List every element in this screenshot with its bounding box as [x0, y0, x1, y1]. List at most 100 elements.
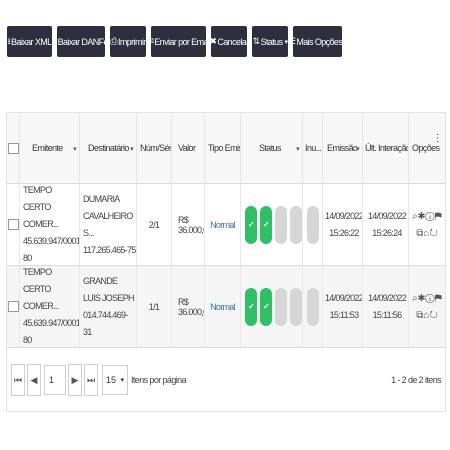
status-label: Status [260, 36, 284, 47]
status-authorized-icon[interactable]: ✓ [245, 205, 257, 244]
prev-page-button[interactable]: ◀ [27, 364, 41, 396]
send-email-label: Enviar por Email [154, 36, 211, 47]
print-label: Imprimir [117, 36, 146, 47]
first-page-icon: ⏮ [13, 374, 23, 385]
header-status[interactable]: Status ▾ [241, 113, 303, 183]
select-all-checkbox[interactable] [8, 142, 19, 154]
next-page-button[interactable]: ▶ [68, 364, 82, 396]
email-icon: ✉ [146, 36, 154, 46]
next-page-icon: ▶ [71, 374, 79, 385]
tag-icon[interactable]: ⚑ [435, 211, 442, 222]
row-checkbox[interactable] [8, 219, 19, 230]
emissao-time: 15:11:53 [329, 309, 359, 320]
header-emissao[interactable]: Emissão ▾ [323, 113, 363, 183]
menu-icon: ☰ [287, 36, 296, 46]
header-emitente[interactable]: Emitente ▾ [20, 113, 80, 183]
cancel-icon: ✖ [209, 36, 217, 46]
header-ult-interacao[interactable]: Últ. Interação [363, 113, 409, 183]
valor-value: R$ 36.000,00 [178, 296, 204, 317]
destinatario-name: DUMARIA CAVALHEIRO S... [83, 193, 133, 238]
num-serie-value: 1/1 [148, 301, 160, 312]
header-opcoes-label: Opções [412, 143, 440, 153]
column-menu-icon[interactable]: ⋮ [433, 133, 443, 144]
cell-tipo-emissao: Normal [205, 184, 241, 265]
status-sent-icon[interactable]: ✓ [260, 287, 272, 326]
status-authorized-icon[interactable]: ✓ [245, 287, 257, 326]
cell-num-serie: 2/1 [137, 184, 172, 265]
send-email-button[interactable]: ✉ Enviar por Email [146, 26, 211, 57]
header-status-label: Status [259, 143, 282, 153]
header-opcoes: Opções ⋮ [409, 113, 445, 183]
sort-icon: ⇅ [252, 36, 261, 46]
chevron-down-icon[interactable]: ▾ [296, 145, 300, 153]
page-input[interactable]: 1 [44, 365, 66, 395]
ult-interacao-date: 14/09/2022 [367, 292, 407, 303]
ult-interacao-time: 15:26:24 [372, 227, 402, 238]
download-xml-label: Baixar XML [11, 36, 52, 47]
chevron-down-icon[interactable]: ▾ [130, 145, 134, 153]
tag-icon[interactable]: ⚑ [435, 293, 442, 304]
cell-destinatario: DUMARIA CAVALHEIRO S... 117.265.465-75 [80, 184, 137, 265]
history-icon[interactable]: ↻ [429, 310, 437, 321]
more-options-label: Mais Opções [296, 36, 343, 47]
emitente-cnpj: 45.639.947/0001-80 [23, 236, 80, 263]
history-icon[interactable]: ↻ [429, 228, 437, 239]
header-valor[interactable]: Valor [172, 113, 205, 183]
header-emissao-label: Emissão [327, 143, 358, 153]
download-icon: ⭳ [54, 35, 57, 46]
emissao-time: 15:26:22 [329, 227, 359, 238]
table-row[interactable]: TEMPO CERTO COMER... 45.639.947/0001-80 … [7, 266, 445, 348]
cancel-button[interactable]: ✖ Cancelar [209, 26, 249, 57]
header-destinatario[interactable]: Destinatário ▾ [80, 113, 137, 183]
emissao-date: 14/09/2022 [324, 292, 363, 303]
download-danfe-button[interactable]: ⭳ Baixar DANFe [54, 26, 109, 57]
more-options-button[interactable]: ☰ Mais Opções ▾ [288, 26, 348, 57]
chevron-down-icon[interactable]: ▾ [73, 145, 77, 153]
header-tipo-emissao[interactable]: Tipo Emiss... [205, 113, 241, 183]
cell-opcoes: ⌕✱ⓘ⚑ ⧉⌂↻ [409, 184, 445, 265]
prev-page-icon: ◀ [30, 374, 38, 385]
header-num-serie[interactable]: Núm/Série [137, 113, 172, 183]
chevron-down-icon[interactable]: ▾ [356, 145, 360, 153]
cell-valor: R$ 36.000,00 [172, 184, 205, 265]
cell-destinatario: GRANDE LUIS JOSEPH 014.744.469-31 [80, 266, 137, 347]
cell-inutilizacao [303, 184, 323, 265]
cell-tipo-emissao: Normal [205, 266, 241, 347]
first-page-button[interactable]: ⏮ [11, 364, 25, 396]
emitente-name: TEMPO CERTO COMER... [23, 267, 59, 311]
cell-inutilizacao [303, 266, 323, 347]
status-pending-icon[interactable] [290, 205, 302, 244]
download-icon: ⭳ [7, 35, 11, 46]
pager: ⏮ ◀ 1 ▶ ⏭ 15 ▾ Itens por página 1 - 2 de… [7, 353, 445, 407]
header-emitente-label: Emitente [32, 143, 63, 153]
print-icon: ⎙ [110, 36, 117, 46]
per-page-select[interactable]: 15 ▾ [102, 365, 128, 395]
cell-emissao: 14/09/2022 15:26:22 [323, 184, 363, 265]
status-pending-icon[interactable] [275, 205, 287, 244]
info-icon[interactable]: ⓘ [425, 211, 434, 222]
status-pending-icon[interactable] [275, 287, 287, 326]
valor-value: R$ 36.000,00 [178, 214, 204, 235]
toolbar: ⭳ Baixar XML ⭳ Baixar DANFe ⎙ Imprimir ✉… [7, 26, 348, 57]
chevron-down-icon: ▾ [120, 377, 124, 384]
status-button[interactable]: ⇅ Status ▾ [252, 26, 288, 57]
row-select-cell [7, 266, 20, 347]
print-button[interactable]: ⎙ Imprimir [110, 26, 146, 57]
inutilizacao-status-icon[interactable] [306, 287, 319, 326]
info-icon[interactable]: ⓘ [425, 293, 434, 304]
header-ult-interacao-label: Últ. Interação [365, 143, 409, 153]
per-page-label: Itens por página [131, 375, 187, 385]
table-row[interactable]: TEMPO CERTO COMER... 45.639.947/0001-80 … [7, 184, 445, 266]
inutilizacao-status-icon[interactable] [306, 205, 319, 244]
row-checkbox[interactable] [8, 301, 19, 312]
tipo-emissao-value: Normal [210, 301, 236, 312]
emissao-date: 14/09/2022 [324, 210, 363, 221]
header-inutilizacao[interactable]: Inu... [303, 113, 323, 183]
chevron-down-icon: ▾ [344, 38, 348, 46]
cell-emitente: TEMPO CERTO COMER... 45.639.947/0001-80 [20, 184, 80, 265]
status-pending-icon[interactable] [290, 287, 302, 326]
status-sent-icon[interactable]: ✓ [260, 205, 272, 244]
download-xml-button[interactable]: ⭳ Baixar XML [7, 26, 52, 57]
row-select-cell [7, 184, 20, 265]
last-page-button[interactable]: ⏭ [84, 364, 98, 396]
